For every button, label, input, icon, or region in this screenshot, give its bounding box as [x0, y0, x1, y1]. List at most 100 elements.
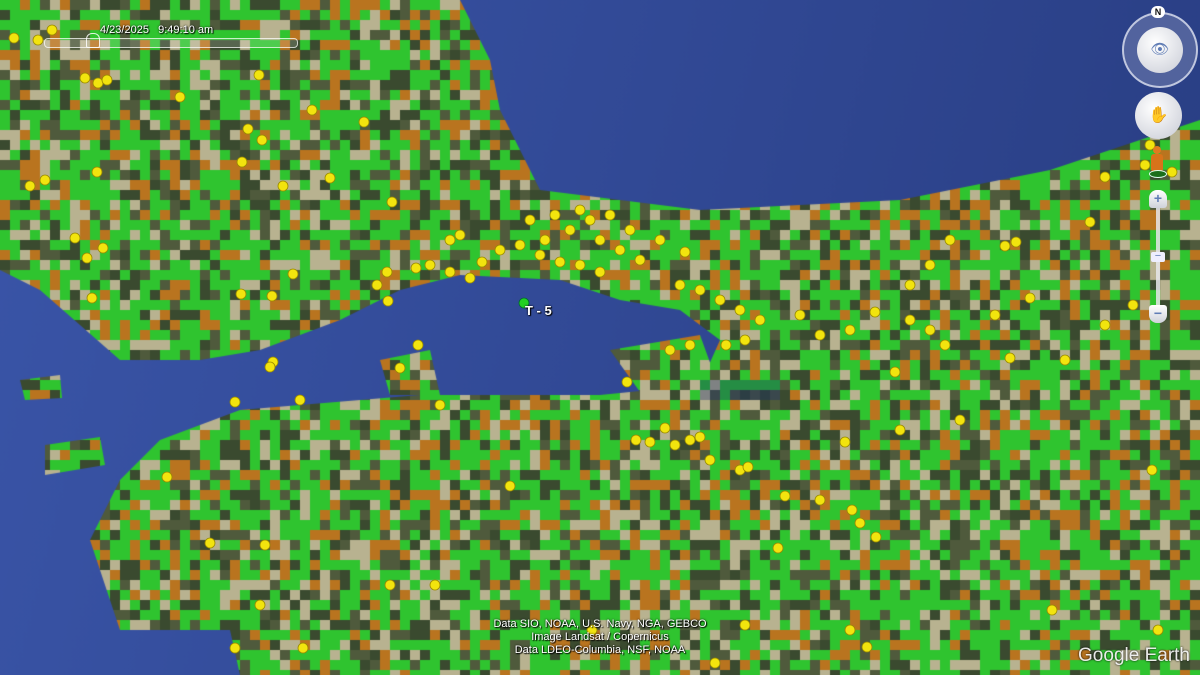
placemark[interactable] [924, 324, 936, 336]
placemark[interactable] [1146, 464, 1158, 476]
placemark[interactable] [287, 268, 299, 280]
placemark[interactable] [534, 249, 546, 261]
placemark[interactable] [86, 292, 98, 304]
placemark[interactable] [92, 77, 104, 89]
placemark[interactable] [1099, 171, 1111, 183]
pan-control[interactable]: ✋ [1135, 92, 1182, 139]
time-slider-thumb[interactable] [86, 33, 100, 48]
placemark[interactable] [229, 642, 241, 654]
placemark[interactable] [644, 436, 656, 448]
placemark[interactable] [739, 334, 751, 346]
placemark[interactable] [684, 434, 696, 446]
placemark[interactable] [839, 436, 851, 448]
placemark[interactable] [621, 376, 633, 388]
placemark[interactable] [584, 214, 596, 226]
placemark[interactable] [814, 494, 826, 506]
placemark[interactable] [554, 256, 566, 268]
placemark[interactable] [674, 279, 686, 291]
placemark[interactable] [574, 259, 586, 271]
placemark[interactable] [539, 234, 551, 246]
eye-icon[interactable]: 👁 [1137, 27, 1183, 73]
placemark[interactable] [229, 396, 241, 408]
placemark[interactable] [1059, 354, 1071, 366]
placemark[interactable] [894, 424, 906, 436]
placemark[interactable] [39, 174, 51, 186]
placemark[interactable] [306, 104, 318, 116]
placemark[interactable] [549, 209, 561, 221]
placemark[interactable] [594, 266, 606, 278]
placemark[interactable] [734, 304, 746, 316]
placemark[interactable] [410, 262, 422, 274]
placemark[interactable] [1024, 292, 1036, 304]
placemark[interactable] [204, 537, 216, 549]
placemark[interactable] [1166, 166, 1178, 178]
placemark[interactable] [444, 266, 456, 278]
placemark[interactable] [91, 166, 103, 178]
placemark[interactable] [259, 539, 271, 551]
placemark[interactable] [294, 394, 306, 406]
placemark[interactable] [794, 309, 806, 321]
placemark[interactable] [494, 244, 506, 256]
placemark[interactable] [382, 295, 394, 307]
placemark[interactable] [444, 234, 456, 246]
placemark[interactable] [81, 252, 93, 264]
placemark[interactable] [954, 414, 966, 426]
zoom-out-button[interactable]: − [1149, 305, 1167, 323]
placemark[interactable] [854, 517, 866, 529]
placemark[interactable] [524, 214, 536, 226]
placemark[interactable] [869, 306, 881, 318]
placemark[interactable] [704, 454, 716, 466]
placemark[interactable] [235, 288, 247, 300]
placemark[interactable] [1046, 604, 1058, 616]
placemark[interactable] [999, 240, 1011, 252]
placemark[interactable] [844, 624, 856, 636]
north-indicator[interactable]: N [1151, 6, 1165, 18]
placemark[interactable] [101, 74, 113, 86]
placemark-label[interactable]: T - 5 [525, 303, 552, 318]
placemark[interactable] [381, 266, 393, 278]
placemark[interactable] [266, 290, 278, 302]
placemark[interactable] [742, 461, 754, 473]
placemark[interactable] [614, 244, 626, 256]
placemark[interactable] [161, 471, 173, 483]
placemark[interactable] [624, 224, 636, 236]
placemark[interactable] [714, 294, 726, 306]
placemark[interactable] [358, 116, 370, 128]
placemark[interactable] [904, 314, 916, 326]
placemark[interactable] [779, 490, 791, 502]
street-view-pegman-icon[interactable] [1149, 146, 1167, 178]
placemark[interactable] [904, 279, 916, 291]
placemark[interactable] [297, 642, 309, 654]
placemark[interactable] [69, 232, 81, 244]
placemark[interactable] [814, 329, 826, 341]
placemark[interactable] [944, 234, 956, 246]
placemark[interactable] [772, 542, 784, 554]
placemark[interactable] [97, 242, 109, 254]
zoom-thumb[interactable]: − [1151, 251, 1165, 262]
placemark[interactable] [371, 279, 383, 291]
placemark[interactable] [394, 362, 406, 374]
placemark[interactable] [464, 272, 476, 284]
placemark[interactable] [604, 209, 616, 221]
placemark[interactable] [870, 531, 882, 543]
placemark[interactable] [709, 657, 721, 669]
placemark[interactable] [242, 123, 254, 135]
placemark[interactable] [264, 361, 276, 373]
placemark[interactable] [654, 234, 666, 246]
placemark[interactable] [476, 256, 488, 268]
placemark[interactable] [32, 34, 44, 46]
zoom-in-button[interactable]: + [1149, 190, 1167, 208]
placemark[interactable] [684, 339, 696, 351]
placemark[interactable] [754, 314, 766, 326]
placemark[interactable] [277, 180, 289, 192]
placemark[interactable] [861, 641, 873, 653]
time-slider-track[interactable] [44, 38, 298, 48]
placemark[interactable] [1139, 159, 1151, 171]
placemark[interactable] [574, 204, 586, 216]
placemark[interactable] [679, 246, 691, 258]
placemark[interactable] [720, 339, 732, 351]
placemark[interactable] [174, 91, 186, 103]
placemark[interactable] [564, 224, 576, 236]
placemark[interactable] [1099, 319, 1111, 331]
placemark[interactable] [256, 134, 268, 146]
